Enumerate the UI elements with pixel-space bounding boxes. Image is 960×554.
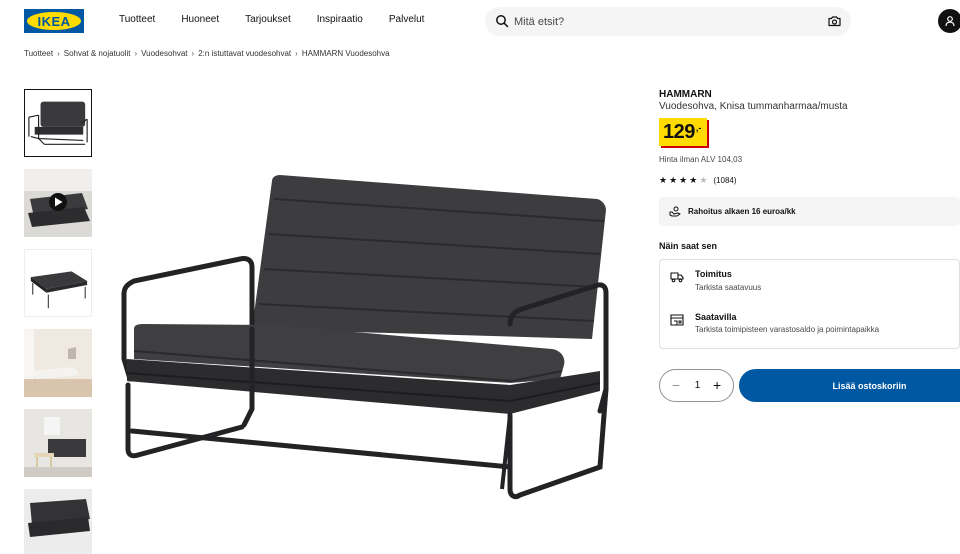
chevron-right-icon: › bbox=[295, 49, 298, 58]
rating-count[interactable]: (1084) bbox=[713, 176, 736, 185]
product-name: HAMMARN bbox=[659, 89, 712, 100]
thumbnail-4[interactable] bbox=[24, 329, 92, 397]
nav-item-tarjoukset[interactable]: Tarjoukset bbox=[245, 14, 291, 25]
nav-item-tuotteet[interactable]: Tuotteet bbox=[119, 14, 155, 25]
nav-item-huoneet[interactable]: Huoneet bbox=[181, 14, 219, 25]
star-filled-icon: ★ bbox=[679, 175, 688, 185]
sofa-thumbnail-image bbox=[28, 101, 88, 145]
price-excl-vat: Hinta ilman ALV 104,03 bbox=[659, 155, 743, 164]
availability-box: Toimitus Tarkista saatavuus Saatavilla T… bbox=[659, 259, 960, 349]
quantity-increase-button[interactable]: + bbox=[713, 378, 721, 392]
store-title: Saatavilla bbox=[695, 312, 737, 322]
main-nav: Tuotteet Huoneet Tarjoukset Inspiraatio … bbox=[119, 14, 450, 25]
financing-banner[interactable]: Rahoitus alkaen 16 euroa/kk bbox=[659, 197, 960, 226]
chevron-right-icon: › bbox=[134, 49, 138, 58]
breadcrumb-item-sohvat[interactable]: Sohvat & nojatuolit bbox=[64, 49, 131, 58]
availability-title: Näin saat sen bbox=[659, 241, 718, 251]
price-suffix: ,- bbox=[695, 123, 702, 133]
search-bar[interactable] bbox=[485, 7, 851, 36]
living-room-thumbnail-image bbox=[24, 409, 92, 477]
product-main-image[interactable] bbox=[112, 89, 622, 554]
delivery-title: Toimitus bbox=[695, 269, 732, 279]
store-option[interactable]: Saatavilla Tarkista toimipisteen varasto… bbox=[660, 304, 960, 344]
price-value: 129 bbox=[663, 121, 695, 143]
quantity-value[interactable]: 1 bbox=[660, 380, 735, 391]
add-to-cart-label: Lisää ostoskoriin bbox=[832, 380, 907, 391]
hand-coin-icon bbox=[669, 206, 681, 217]
add-to-cart-button[interactable]: Lisää ostoskoriin bbox=[739, 369, 960, 402]
nav-item-inspiraatio[interactable]: Inspiraatio bbox=[317, 14, 363, 25]
breadcrumb-item-vuodesohvat[interactable]: Vuodesohvat bbox=[141, 49, 187, 58]
logo-text: IKEA bbox=[37, 13, 71, 29]
breadcrumb-item-2-istuttavat[interactable]: 2:n istuttavat vuodesohvat bbox=[198, 49, 291, 58]
search-icon[interactable] bbox=[495, 14, 509, 28]
camera-icon[interactable] bbox=[828, 15, 841, 27]
sofa-video-thumbnail-image bbox=[24, 169, 92, 237]
truck-icon bbox=[670, 272, 684, 283]
chevron-right-icon: › bbox=[191, 49, 195, 58]
star-empty-icon: ★ bbox=[699, 175, 708, 185]
thumbnail-3[interactable] bbox=[24, 249, 92, 317]
chevron-right-icon: › bbox=[57, 49, 60, 58]
sofa-alt-thumbnail-image bbox=[24, 489, 92, 554]
header: IKEA Tuotteet Huoneet Tarjoukset Inspira… bbox=[0, 0, 960, 42]
star-filled-icon: ★ bbox=[689, 175, 698, 185]
thumbnail-1[interactable] bbox=[24, 89, 92, 157]
user-icon bbox=[945, 16, 955, 27]
room-thumbnail-image bbox=[24, 329, 92, 397]
rating[interactable]: ★ ★ ★ ★ ★ (1084) bbox=[659, 175, 737, 185]
thumbnail-6[interactable] bbox=[24, 489, 92, 554]
breadcrumb: Tuotteet › Sohvat & nojatuolit › Vuodeso… bbox=[24, 49, 390, 58]
financing-text: Rahoitus alkaen 16 euroa/kk bbox=[688, 207, 796, 216]
search-input[interactable] bbox=[514, 7, 814, 36]
quantity-stepper: − 1 + bbox=[659, 369, 734, 402]
delivery-subtitle: Tarkista saatavuus bbox=[695, 283, 762, 292]
nav-item-palvelut[interactable]: Palvelut bbox=[389, 14, 425, 25]
ikea-logo[interactable]: IKEA bbox=[24, 9, 84, 33]
product-description: Vuodesohva, Knisa tummanharmaa/musta bbox=[659, 101, 848, 112]
thumbnail-5[interactable] bbox=[24, 409, 92, 477]
logo-oval: IKEA bbox=[27, 12, 81, 30]
breadcrumb-item-current: HAMMARN Vuodesohva bbox=[301, 49, 390, 58]
store-icon bbox=[670, 314, 684, 326]
star-filled-icon: ★ bbox=[659, 175, 668, 185]
star-filled-icon: ★ bbox=[669, 175, 678, 185]
rating-stars: ★ ★ ★ ★ ★ bbox=[659, 175, 707, 185]
sofa-bed-thumbnail-image bbox=[30, 271, 88, 309]
breadcrumb-item-tuotteet[interactable]: Tuotteet bbox=[24, 49, 53, 58]
store-subtitle: Tarkista toimipisteen varastosaldo ja po… bbox=[695, 325, 880, 334]
price-tag: 129 ,- bbox=[659, 118, 708, 146]
delivery-option[interactable]: Toimitus Tarkista saatavuus bbox=[660, 260, 960, 300]
thumbnail-2-video[interactable] bbox=[24, 169, 92, 237]
account-button[interactable] bbox=[938, 9, 960, 33]
